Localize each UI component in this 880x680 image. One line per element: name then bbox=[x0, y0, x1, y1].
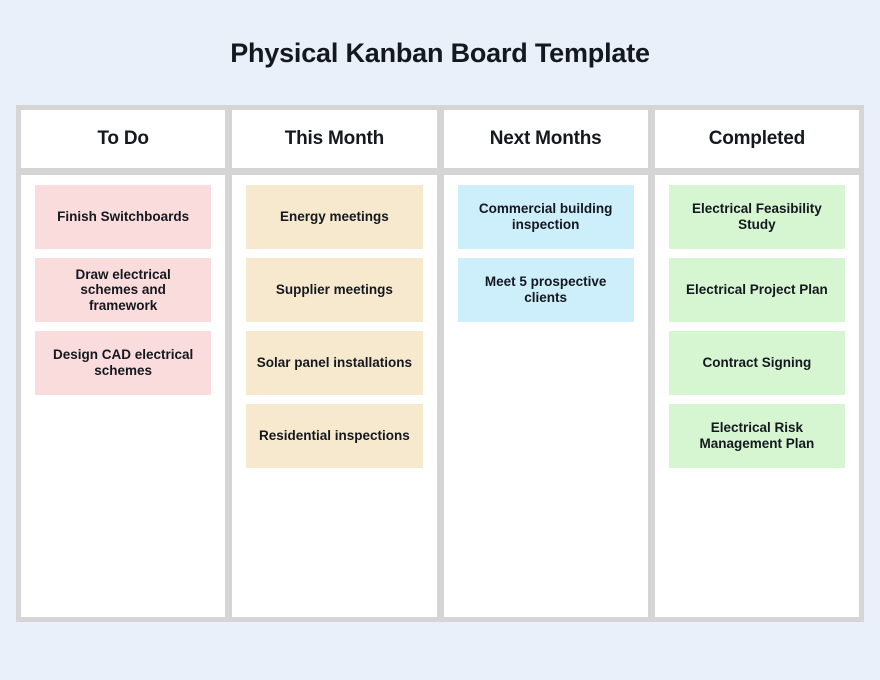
kanban-card-label: Solar panel installations bbox=[256, 355, 413, 371]
kanban-card[interactable]: Electrical Risk Management Plan bbox=[668, 404, 845, 468]
kanban-card[interactable]: Electrical Feasibility Study bbox=[668, 185, 845, 249]
kanban-card[interactable]: Commercial building inspection bbox=[457, 185, 634, 249]
kanban-card-label: Electrical Feasibility Study bbox=[691, 201, 822, 232]
kanban-card[interactable]: Meet 5 prospective clients bbox=[457, 258, 634, 322]
column-card-list[interactable]: Finish Switchboards Draw electrical schem… bbox=[21, 175, 226, 617]
kanban-card[interactable]: Solar panel installations bbox=[246, 331, 423, 395]
kanban-card-label: Supplier meetings bbox=[275, 282, 393, 298]
column-header-label: To Do bbox=[97, 128, 149, 149]
kanban-card-label: Design CAD electrical schemes bbox=[52, 347, 194, 378]
column-card-list[interactable]: Electrical Feasibility Study Electrical P… bbox=[654, 175, 859, 617]
kanban-board-page: Physical Kanban Board Template To Do Fini… bbox=[0, 0, 880, 680]
kanban-card-label: Energy meetings bbox=[279, 209, 389, 225]
kanban-card[interactable]: Design CAD electrical schemes bbox=[35, 331, 212, 395]
column-header[interactable]: Next Months bbox=[443, 110, 648, 168]
column-card-list[interactable]: Energy meetings Supplier meetings Solar pa… bbox=[232, 175, 437, 617]
kanban-card[interactable]: Finish Switchboards bbox=[35, 185, 212, 249]
column-header[interactable]: This Month bbox=[232, 110, 437, 168]
kanban-card-label: Commercial building inspection bbox=[478, 201, 613, 232]
kanban-card-label: Residential inspections bbox=[258, 428, 410, 444]
kanban-card-label: Draw electrical schemes and framework bbox=[75, 266, 171, 313]
kanban-card-label: Finish Switchboards bbox=[57, 209, 190, 225]
column-header-label: This Month bbox=[284, 128, 385, 149]
column-card-list[interactable]: Commercial building inspection Meet 5 pro… bbox=[443, 175, 648, 617]
page-title: Physical Kanban Board Template bbox=[230, 38, 650, 68]
kanban-card[interactable]: Supplier meetings bbox=[246, 258, 423, 322]
kanban-card-label: Meet 5 prospective clients bbox=[484, 274, 607, 305]
kanban-column: This Month Energy meetings Supplier meetin… bbox=[232, 110, 437, 617]
kanban-card-label: Electrical Project Plan bbox=[685, 282, 828, 298]
kanban-board: To Do Finish Switchboards Draw electrical … bbox=[16, 105, 864, 622]
kanban-card[interactable]: Draw electrical schemes and framework bbox=[35, 258, 212, 322]
kanban-column: Completed Electrical Feasibility Study Ele… bbox=[654, 110, 859, 617]
kanban-column: Next Months Commercial building inspectio… bbox=[443, 110, 648, 617]
kanban-card[interactable]: Contract Signing bbox=[668, 331, 845, 395]
column-header-label: Next Months bbox=[489, 128, 602, 149]
kanban-card[interactable]: Energy meetings bbox=[246, 185, 423, 249]
kanban-card[interactable]: Residential inspections bbox=[246, 404, 423, 468]
column-header[interactable]: Completed bbox=[654, 110, 859, 168]
column-header-label: Completed bbox=[708, 128, 806, 149]
kanban-card[interactable]: Electrical Project Plan bbox=[668, 258, 845, 322]
kanban-column: To Do Finish Switchboards Draw electrical … bbox=[21, 110, 226, 617]
kanban-card-label: Electrical Risk Management Plan bbox=[699, 420, 815, 451]
kanban-card-label: Contract Signing bbox=[702, 355, 812, 371]
column-header[interactable]: To Do bbox=[21, 110, 226, 168]
